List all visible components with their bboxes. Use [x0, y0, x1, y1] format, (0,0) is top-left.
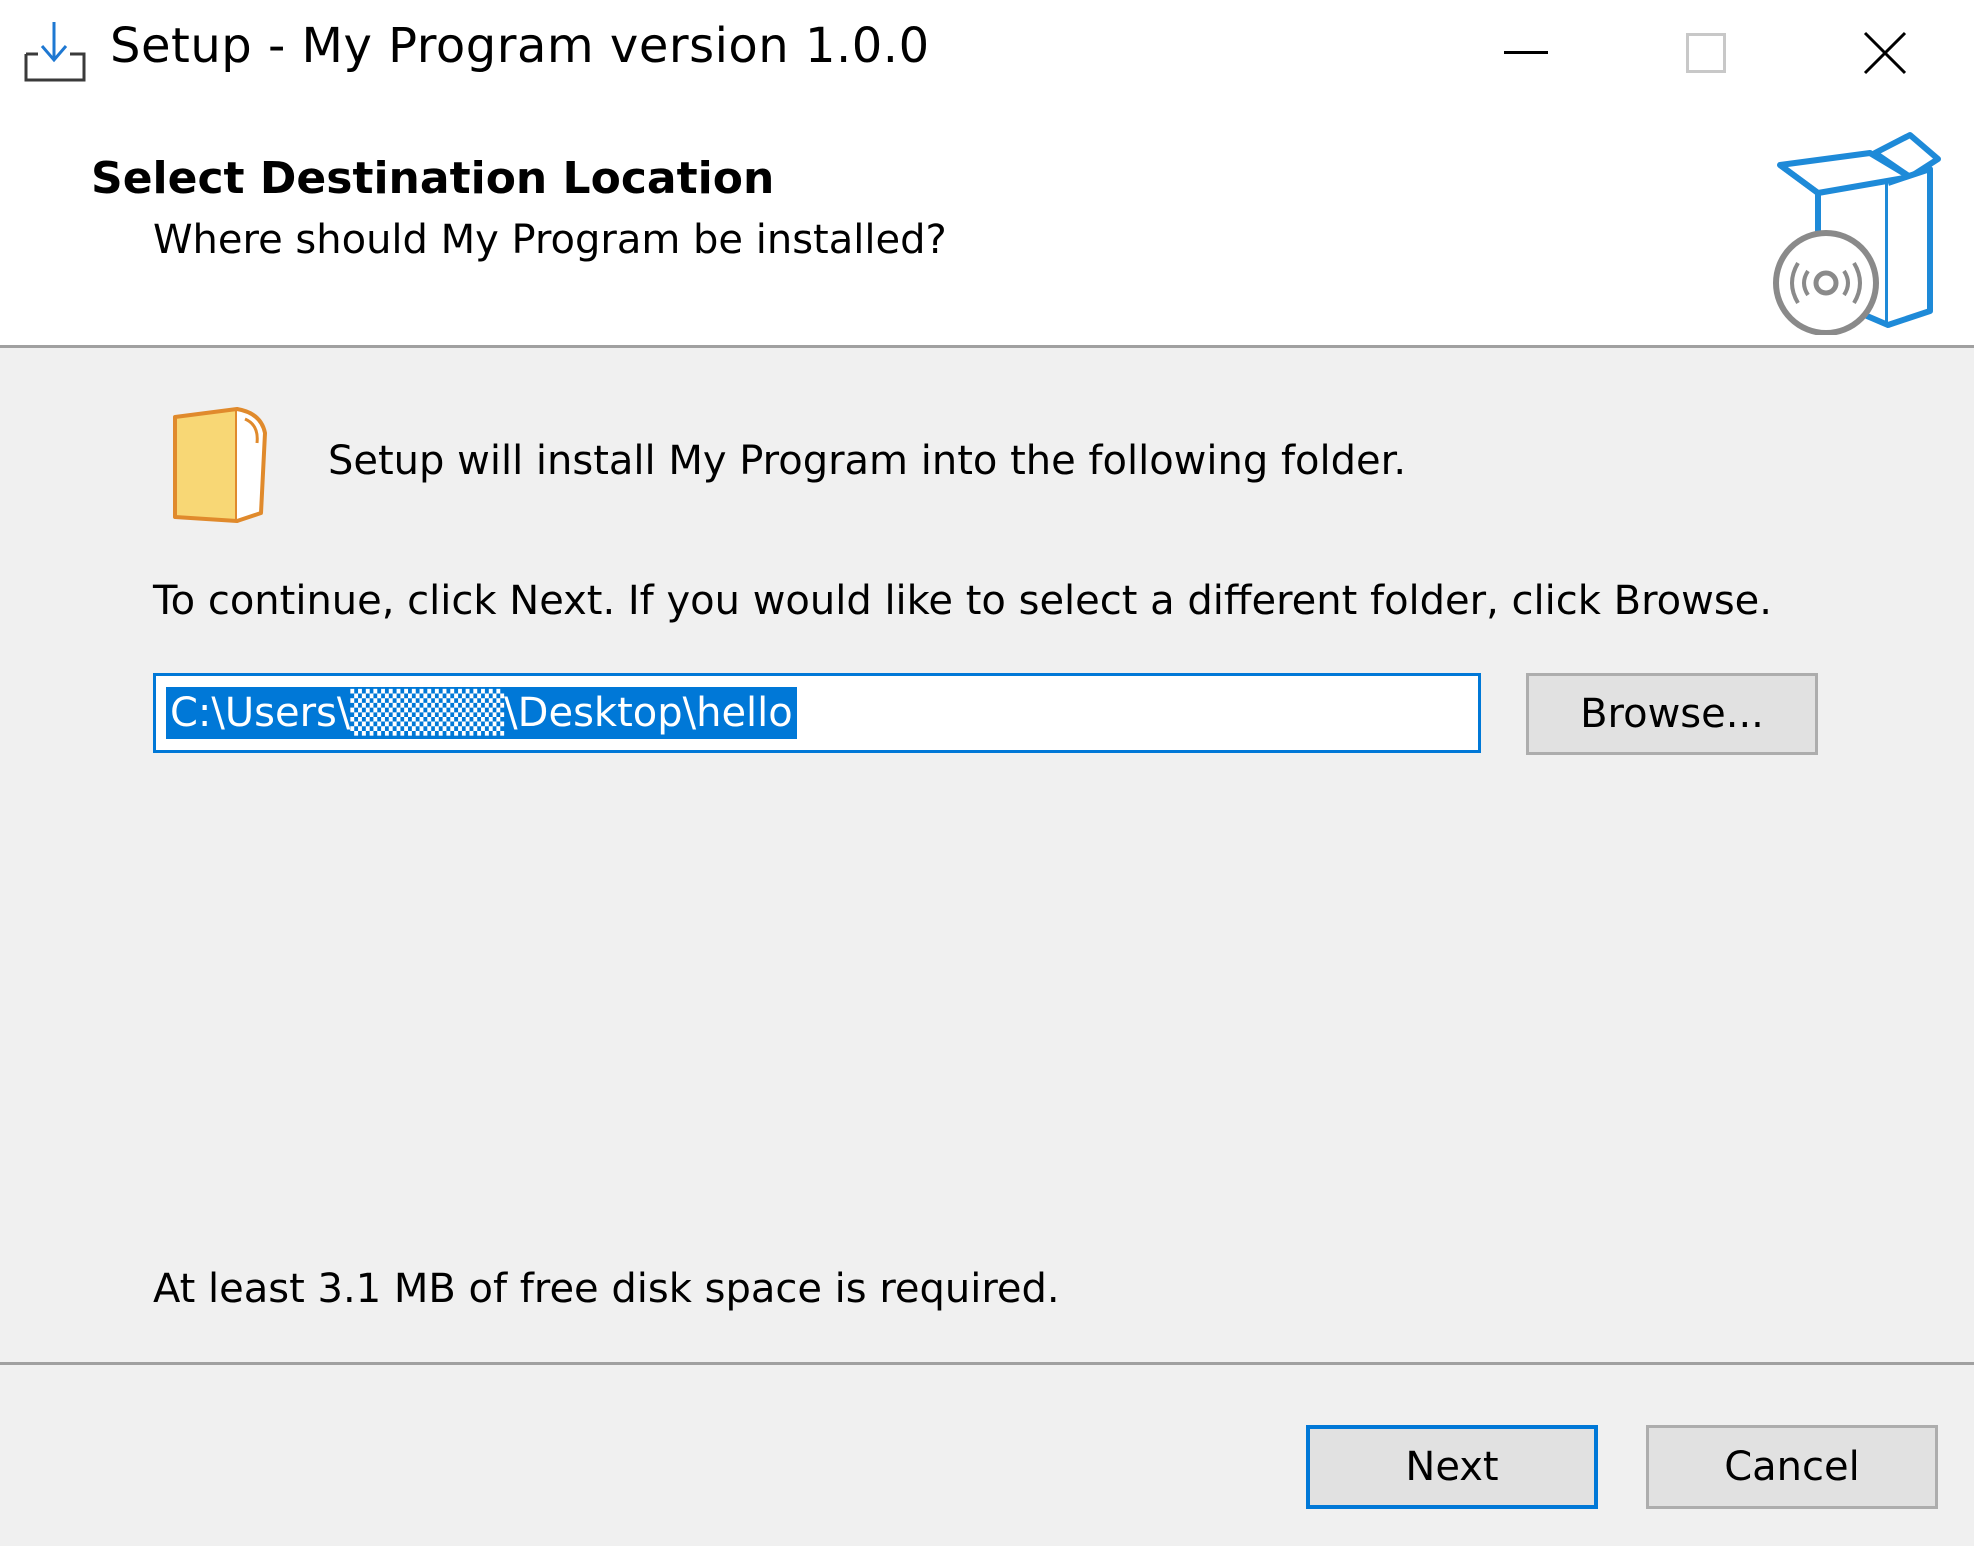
title-bar[interactable]: Setup - My Program version 1.0.0 — [0, 0, 1974, 105]
cancel-button[interactable]: Cancel — [1646, 1425, 1938, 1509]
window-title: Setup - My Program version 1.0.0 — [110, 18, 930, 74]
maximize-icon — [1686, 32, 1726, 73]
disk-space-requirement: At least 3.1 MB of free disk space is re… — [153, 1266, 1060, 1312]
browse-button[interactable]: Browse... — [1526, 673, 1818, 755]
close-button[interactable] — [1796, 0, 1974, 105]
next-button[interactable]: Next — [1306, 1425, 1598, 1509]
minimize-button[interactable] — [1436, 0, 1616, 105]
install-folder-text: Setup will install My Program into the f… — [328, 438, 1407, 484]
continue-instructions: To continue, click Next. If you would li… — [153, 578, 1772, 624]
page-title: Select Destination Location — [91, 153, 775, 204]
wizard-footer: Next Cancel — [0, 1365, 1974, 1546]
page-subtitle: Where should My Program be installed? — [153, 217, 947, 263]
installer-icon — [22, 20, 92, 86]
close-icon — [1863, 31, 1907, 74]
setup-window: Setup - My Program version 1.0.0 Select … — [0, 0, 1974, 1546]
destination-path-value[interactable]: C:\Users\▒▒▒▒▒\Desktop\hello — [166, 687, 797, 739]
wizard-header: Select Destination Location Where should… — [0, 105, 1974, 345]
folder-icon — [165, 403, 275, 528]
maximize-button[interactable] — [1616, 0, 1796, 105]
setup-box-icon — [1760, 125, 1960, 336]
minimize-icon — [1504, 50, 1548, 54]
destination-path-input[interactable]: C:\Users\▒▒▒▒▒\Desktop\hello — [153, 673, 1481, 753]
wizard-body: Setup will install My Program into the f… — [0, 348, 1974, 1362]
